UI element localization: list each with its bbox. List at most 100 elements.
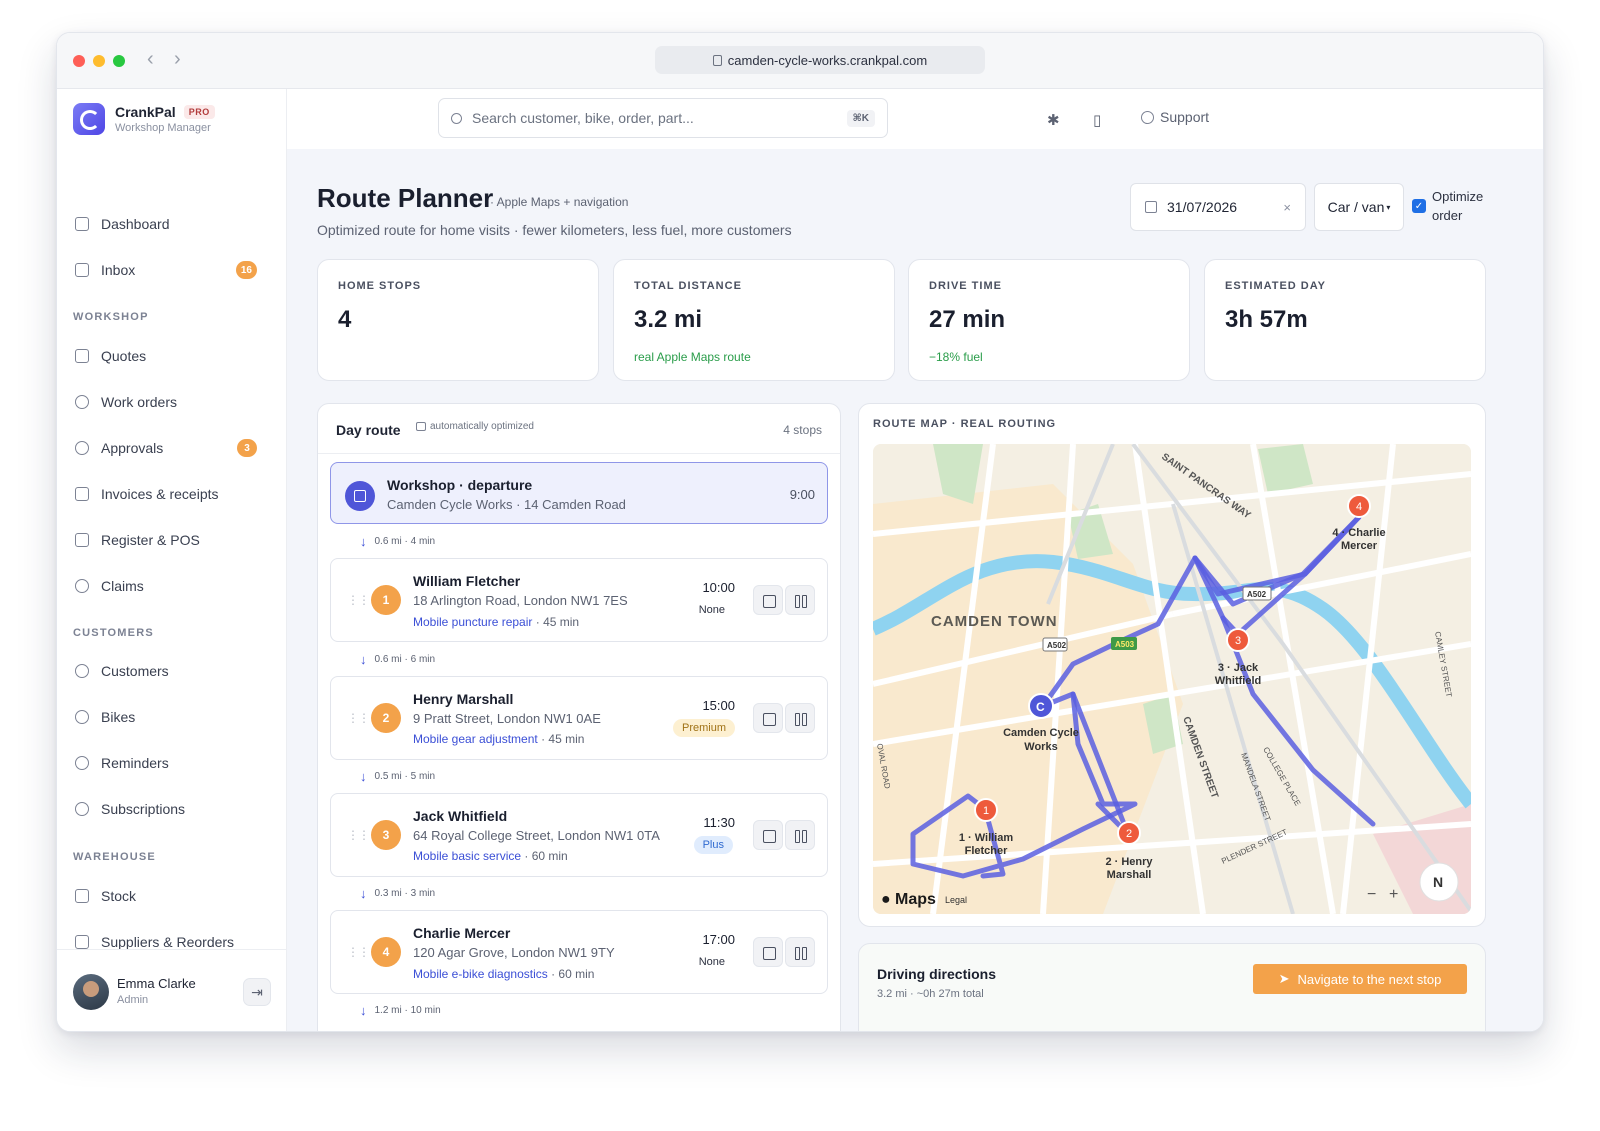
- sidebar-item-inbox[interactable]: Inbox 16: [71, 253, 273, 287]
- sidebar-item-approvals[interactable]: Approvals 3: [71, 431, 273, 465]
- support-link[interactable]: Support: [1141, 109, 1209, 125]
- clear-date-button[interactable]: ×: [1283, 200, 1291, 215]
- schedule-button[interactable]: [753, 585, 783, 615]
- schedule-button[interactable]: [753, 937, 783, 967]
- route-stop-2[interactable]: ⋮⋮ 2 Henry Marshall 9 Pratt Street, Lond…: [330, 676, 828, 760]
- leg-text: 0.6 mi · 6 min: [374, 654, 436, 665]
- stat-card-drive-time: DRIVE TIME 27 min −18% fuel: [908, 259, 1190, 381]
- stop-marker-label: 3 · Jack: [1218, 662, 1259, 674]
- navigate-next-stop-button[interactable]: ➤ Navigate to the next stop: [1253, 964, 1467, 994]
- stop-address: Camden Cycle Works · 14 Camden Road: [387, 497, 626, 512]
- book-icon[interactable]: ▯: [1093, 111, 1101, 129]
- route-map[interactable]: CAMDEN TOWN SAINT PANCRAS WAY CAMDEN STR…: [873, 444, 1471, 914]
- check-circle-icon: [75, 441, 89, 455]
- sidebar-item-customers[interactable]: Customers: [71, 654, 273, 688]
- sidebar-item-dashboard[interactable]: Dashboard: [71, 207, 273, 241]
- vehicle-select[interactable]: Car / van ▾: [1314, 183, 1404, 231]
- service-link[interactable]: Mobile e-bike diagnostics: [413, 967, 548, 981]
- pro-badge: PRO: [183, 105, 215, 119]
- service-duration: · 45 min: [532, 615, 580, 629]
- sidebar-item-label: Reminders: [101, 755, 169, 771]
- optimize-label-line: Optimize: [1432, 189, 1484, 204]
- navigation-arrow-icon: ➤: [1278, 971, 1290, 986]
- drag-handle-icon[interactable]: ⋮⋮: [347, 945, 370, 959]
- pause-button[interactable]: [785, 585, 815, 615]
- sidebar-item-stock[interactable]: Stock: [71, 879, 273, 913]
- service-link[interactable]: Mobile gear adjustment: [413, 732, 538, 746]
- minimize-window-button[interactable]: [93, 55, 105, 67]
- stat-value: 27 min: [929, 306, 1006, 333]
- maps-logo: Maps: [895, 891, 936, 908]
- map-canvas[interactable]: CAMDEN TOWN SAINT PANCRAS WAY CAMDEN STR…: [873, 444, 1471, 914]
- stop-time: 9:00: [789, 487, 815, 502]
- depot-marker-letter: C: [1036, 700, 1045, 714]
- sidebar-item-work-orders[interactable]: Work orders: [71, 385, 273, 419]
- logout-button[interactable]: ⇥: [243, 978, 271, 1006]
- day-route-header: Day route automatically optimized 4 stop…: [318, 404, 840, 454]
- route-leg: ↓ 0.6 mi · 4 min: [360, 534, 435, 549]
- address-bar[interactable]: camden-cycle-works.crankpal.com: [655, 46, 985, 74]
- calendar-icon: [1145, 201, 1157, 213]
- stat-card-home-stops: HOME STOPS 4: [317, 259, 599, 381]
- inbox-icon: [75, 263, 89, 277]
- maximize-window-button[interactable]: [113, 55, 125, 67]
- pause-button[interactable]: [785, 820, 815, 850]
- road-badge-label: A503: [1115, 640, 1135, 649]
- search-input[interactable]: Search customer, bike, order, part... ⌘K: [438, 98, 888, 138]
- day-route-title: Day route: [336, 422, 401, 438]
- depot-marker-label: Camden Cycle: [1003, 727, 1079, 739]
- route-stop-3[interactable]: ⋮⋮ 3 Jack Whitfield 64 Royal College Str…: [330, 793, 828, 877]
- bug-icon[interactable]: ✱: [1047, 111, 1060, 129]
- shield-icon: [75, 579, 89, 593]
- stop-name: Henry Marshall: [413, 691, 514, 707]
- lifebuoy-icon: [1141, 110, 1154, 124]
- zoom-in-button: +: [1389, 886, 1398, 903]
- close-window-button[interactable]: [73, 55, 85, 67]
- schedule-button[interactable]: [753, 703, 783, 733]
- forward-arrow-icon[interactable]: ›: [174, 48, 181, 71]
- cart-icon: [75, 533, 89, 547]
- pause-button[interactable]: [785, 937, 815, 967]
- sidebar-item-subscriptions[interactable]: Subscriptions: [71, 792, 273, 826]
- date-picker[interactable]: 31/07/2026 ×: [1130, 183, 1306, 231]
- stop-count: 4 stops: [783, 423, 822, 437]
- optimize-order-checkbox[interactable]: ✓: [1412, 199, 1426, 213]
- sidebar-item-claims[interactable]: Claims: [71, 569, 273, 603]
- service-duration: · 60 min: [547, 967, 595, 981]
- sidebar-item-reminders[interactable]: Reminders: [71, 746, 273, 780]
- sidebar-item-invoices[interactable]: Invoices & receipts: [71, 477, 273, 511]
- drag-handle-icon[interactable]: ⋮⋮: [347, 828, 370, 842]
- drag-handle-icon[interactable]: ⋮⋮: [347, 711, 370, 725]
- route-stop-1[interactable]: ⋮⋮ 1 William Fletcher 18 Arlington Road,…: [330, 558, 828, 642]
- service-link[interactable]: Mobile basic service: [413, 849, 521, 863]
- leg-text: 0.5 mi · 5 min: [374, 771, 436, 782]
- arrow-down-icon: ↓: [360, 886, 367, 901]
- users-icon: [75, 664, 89, 678]
- browser-window: ‹ › camden-cycle-works.crankpal.com Cran…: [56, 32, 1544, 1032]
- route-map-card: ROUTE MAP · REAL ROUTING CAMDEN TOWN SAI…: [858, 403, 1486, 927]
- sidebar-item-register[interactable]: Register & POS: [71, 523, 273, 557]
- brand-subtitle: Workshop Manager: [115, 122, 211, 134]
- optimize-order-toggle[interactable]: ✓ Optimize order: [1412, 187, 1483, 225]
- search-shortcut: ⌘K: [846, 109, 875, 127]
- apple-logo-icon: ●: [881, 891, 891, 908]
- stop-address: 120 Agar Grove, London NW1 9TY: [413, 945, 615, 960]
- route-stop-4[interactable]: ⋮⋮ 4 Charlie Mercer 120 Agar Grove, Lond…: [330, 910, 828, 994]
- stop-marker-number: 2: [1126, 828, 1132, 840]
- stat-label: DRIVE TIME: [929, 280, 1002, 292]
- back-arrow-icon[interactable]: ‹: [147, 48, 154, 71]
- stat-value: 3h 57m: [1225, 306, 1308, 333]
- drag-handle-icon[interactable]: ⋮⋮: [347, 593, 370, 607]
- service-link[interactable]: Mobile puncture repair: [413, 615, 532, 629]
- brand[interactable]: CrankPal PRO Workshop Manager: [73, 103, 215, 135]
- avatar[interactable]: [73, 974, 109, 1010]
- schedule-button[interactable]: [753, 820, 783, 850]
- sidebar-item-quotes[interactable]: Quotes: [71, 339, 273, 373]
- browser-titlebar: ‹ › camden-cycle-works.crankpal.com: [57, 33, 1543, 89]
- sidebar-item-bikes[interactable]: Bikes: [71, 700, 273, 734]
- user-role: Admin: [117, 994, 149, 1006]
- pause-button[interactable]: [785, 703, 815, 733]
- stop-address: 64 Royal College Street, London NW1 0TA: [413, 828, 660, 843]
- road-badge-label: A502: [1047, 641, 1067, 650]
- depot-stop[interactable]: Workshop · departure Camden Cycle Works …: [330, 462, 828, 524]
